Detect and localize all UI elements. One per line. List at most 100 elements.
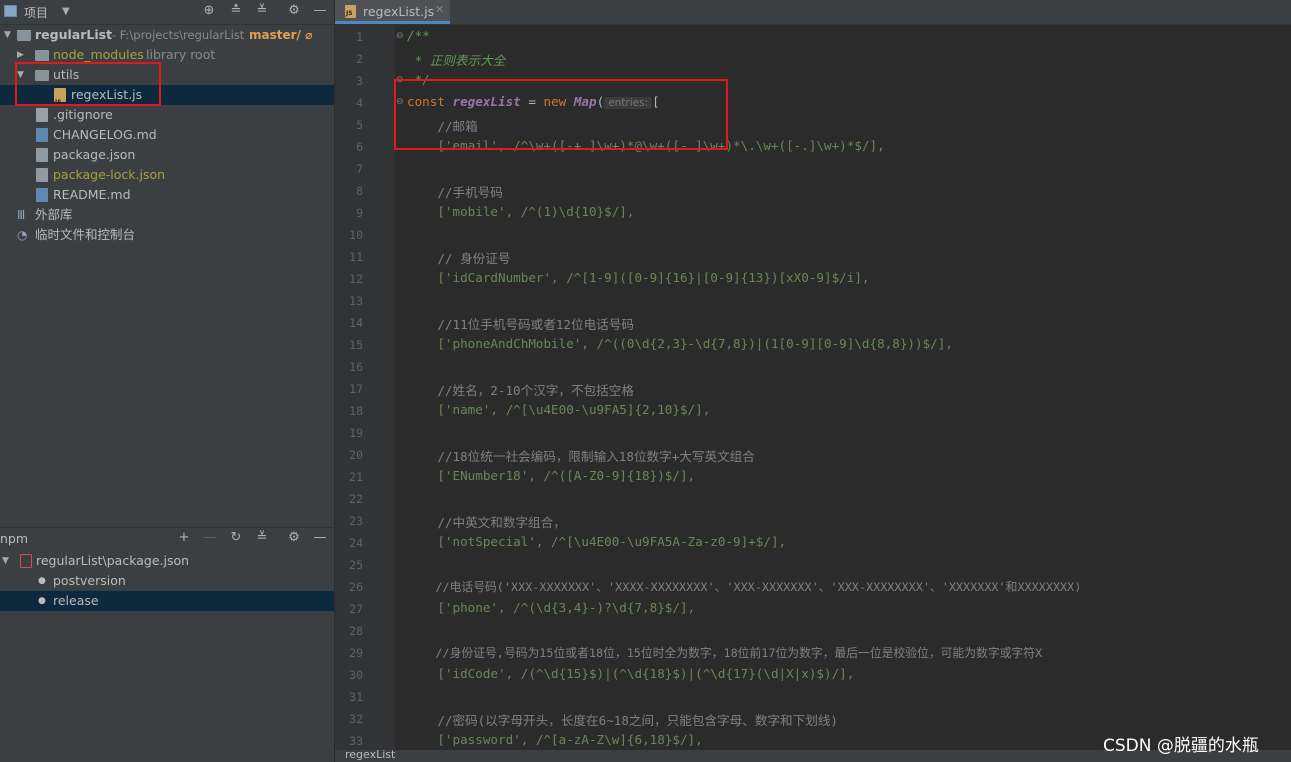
line-number: 11 [349, 250, 363, 264]
locate-icon[interactable]: ⊕ [201, 3, 217, 19]
folder-icon [35, 50, 49, 61]
tree-item-label: 外部库 [35, 207, 73, 222]
tree-item-changelog[interactable]: CHANGELOG.md [0, 125, 334, 145]
code-line-26: //电话号码('XXX-XXXXXXX'、'XXXX-XXXXXXXX'、'XX… [407, 580, 1082, 594]
tab-regexlist-js[interactable]: regexList.js ✕ [335, 0, 450, 24]
code-line-29: //身份证号,号码为15位或者18位，15位时全为数字，18位前17位为数字，最… [407, 646, 1043, 660]
minimize-icon[interactable]: — [312, 530, 328, 546]
tree-item-label: package-lock.json [53, 167, 166, 182]
remove-icon[interactable]: — [202, 530, 218, 546]
fold-icon[interactable]: ⊖ [396, 31, 404, 41]
line-number: 19 [349, 426, 363, 440]
line-number: 23 [349, 514, 363, 528]
npm-package-label: regularList\package.json [36, 553, 190, 568]
code-line-8: //手机号码 [407, 185, 503, 200]
tree-item-gitignore[interactable]: .gitignore [0, 105, 334, 125]
tree-item-package-json[interactable]: package.json [0, 145, 334, 165]
npm-package-row[interactable]: ▼ regularList\package.json [0, 551, 334, 571]
code-line-24: ['notSpecial', /^[\u4E00-\u9FA5A-Za-z0-9… [407, 534, 787, 549]
chevron-down-icon[interactable]: ▼ [62, 6, 70, 17]
line-number: 20 [349, 448, 363, 462]
code-line-15: ['phoneAndChMobile', /^((0\d{2,3}-\d{7,8… [407, 336, 953, 351]
json-file-icon [36, 148, 48, 162]
npm-script-label: postversion [53, 573, 126, 588]
editor-tabs: regexList.js ✕ [335, 0, 1291, 25]
line-number: 21 [349, 470, 363, 484]
tree-item-label: package.json [53, 147, 136, 162]
code-line-1: /** [407, 28, 430, 43]
git-branch: master/ ⌀ [249, 28, 313, 42]
chevron-down-icon[interactable]: ▼ [4, 25, 11, 45]
code-line-18: ['name', /^[\u4E00-\u9FA5]{2,10}$/], [407, 402, 711, 417]
expand-all-icon[interactable]: ≛ [228, 3, 244, 19]
line-number: 29 [349, 646, 363, 660]
code-line-12: ['idCardNumber', /^[1-9]([0-9]{16}|[0-9]… [407, 270, 870, 285]
code-line-23: //中英文和数字组合， [407, 515, 566, 530]
markdown-file-icon [36, 188, 48, 202]
code-line-14: //11位手机号码或者12位电话号码 [407, 317, 634, 332]
line-number: 2 [356, 52, 363, 66]
library-icon: Ⅲ [17, 208, 26, 222]
line-number: 30 [349, 668, 363, 682]
npm-toolbar: npm + — ↻ ≚ ⚙ — [0, 527, 334, 550]
gear-icon[interactable]: ⚙ [286, 530, 302, 546]
line-number: 8 [356, 184, 363, 198]
highlight-box-tree [15, 62, 161, 106]
project-panel: 项目 ▼ ⊕ ≛ ≚ ⚙ — ▼ regularList - F:\projec… [0, 0, 335, 762]
code-line-27: ['phone', /^(\d{3,4}-)?\d{7,8}$/], [407, 600, 696, 615]
npm-script-release[interactable]: ● release [0, 591, 334, 611]
minimize-icon[interactable]: — [312, 3, 328, 19]
collapse-all-icon[interactable]: ≚ [254, 530, 270, 546]
line-number: 31 [349, 690, 363, 704]
line-number: 32 [349, 712, 363, 726]
collapse-all-icon[interactable]: ≚ [254, 3, 270, 19]
npm-icon [20, 554, 32, 568]
tree-item-scratches[interactable]: ◔ 临时文件和控制台 [0, 225, 334, 245]
gear-icon[interactable]: ⚙ [286, 3, 302, 19]
root-name: regularList [35, 27, 113, 42]
project-toolbar: 项目 ▼ ⊕ ≛ ≚ ⚙ — [0, 0, 334, 25]
add-icon[interactable]: + [176, 530, 192, 546]
line-number: 12 [349, 272, 363, 286]
line-number: 26 [349, 580, 363, 594]
line-number: 10 [349, 228, 363, 242]
line-number: 14 [349, 316, 363, 330]
npm-script-label: release [53, 593, 99, 608]
tab-label: regexList.js [363, 4, 435, 19]
line-number: 9 [356, 206, 363, 220]
line-number: 16 [349, 360, 363, 374]
code-line-17: //姓名，2-10个汉字，不包括空格 [407, 383, 634, 398]
line-number: 6 [356, 140, 363, 154]
code-line-11: // 身份证号 [407, 251, 511, 266]
chevron-down-icon[interactable]: ▼ [2, 551, 9, 571]
tree-item-label: .gitignore [53, 107, 113, 122]
tree-root[interactable]: ▼ regularList - F:\projects\regularList … [0, 25, 334, 45]
npm-script-postversion[interactable]: ● postversion [0, 571, 334, 591]
project-icon [4, 5, 17, 17]
markdown-file-icon [36, 128, 48, 142]
line-number: 4 [356, 96, 363, 110]
json-file-icon [36, 168, 48, 182]
code-line-30: ['idCode', /(^\d{15}$)|(^\d{18}$)|(^\d{1… [407, 666, 855, 681]
line-number: 27 [349, 602, 363, 616]
js-file-icon [345, 5, 356, 18]
close-icon[interactable]: ✕ [435, 3, 444, 16]
code-line-9: ['mobile', /^(1)\d{10}$/], [407, 204, 635, 219]
tree-item-label: CHANGELOG.md [53, 127, 157, 142]
root-path: - F:\projects\regularList [112, 28, 245, 42]
line-number: 3 [356, 74, 363, 88]
tree-item-label: 临时文件和控制台 [35, 227, 136, 242]
line-number: 22 [349, 492, 363, 506]
status-file: regexList [345, 748, 396, 761]
refresh-icon[interactable]: ↻ [228, 530, 244, 546]
line-number: 24 [349, 536, 363, 550]
tree-item-readme[interactable]: README.md [0, 185, 334, 205]
line-number: 13 [349, 294, 363, 308]
npm-title: npm [0, 531, 29, 546]
line-number: 33 [349, 734, 363, 748]
script-bullet-icon: ● [38, 576, 46, 586]
tree-item-external-libraries[interactable]: Ⅲ 外部库 [0, 205, 334, 225]
tree-item-package-lock[interactable]: package-lock.json [0, 165, 334, 185]
project-title[interactable]: 项目 [24, 4, 48, 21]
line-number: 1 [356, 30, 363, 44]
